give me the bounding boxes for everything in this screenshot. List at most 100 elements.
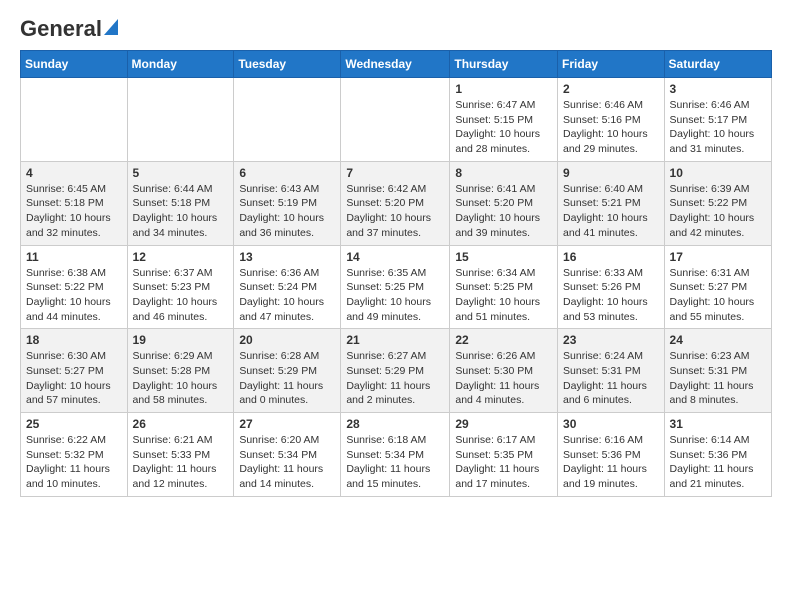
day-number: 22 — [455, 333, 552, 347]
calendar-cell: 26Sunrise: 6:21 AM Sunset: 5:33 PM Dayli… — [127, 413, 234, 497]
calendar-cell: 19 Sunrise: 6:29 AM Sunset: 5:28 PM Dayli… — [127, 329, 234, 413]
day-number: 16 — [563, 250, 659, 264]
calendar-cell — [234, 78, 341, 162]
day-number: 18 — [26, 333, 122, 347]
day-info: Sunrise: 6:46 AM Sunset: 5:16 PM Dayligh… — [563, 98, 659, 157]
day-info: Sunrise: 6:14 AM Sunset: 5:36 PM Dayligh… — [670, 433, 766, 492]
calendar-table: SundayMondayTuesdayWednesdayThursdayFrid… — [20, 50, 772, 497]
calendar-cell: 28 Sunrise: 6:18 AM Sunset: 5:34 PM Dayli… — [341, 413, 450, 497]
day-info: Sunrise: 6:17 AM Sunset: 5:35 PM Dayligh… — [455, 433, 552, 492]
logo-arrow-icon — [104, 19, 118, 40]
day-number: 28 — [346, 417, 444, 431]
day-header-saturday: Saturday — [664, 51, 771, 78]
calendar-week-row: 11 Sunrise: 6:38 AM Sunset: 5:22 PM Dayli… — [21, 245, 772, 329]
logo: General — [20, 16, 118, 42]
calendar-cell: 4 Sunrise: 6:45 AM Sunset: 5:18 PM Daylig… — [21, 161, 128, 245]
day-info: Sunrise: 6:37 AM Sunset: 5:23 PM Dayligh… — [133, 266, 229, 325]
day-number: 3 — [670, 82, 766, 96]
day-info: Sunrise: 6:22 AM Sunset: 5:32 PM Dayligh… — [26, 433, 122, 492]
day-number: 15 — [455, 250, 552, 264]
day-info: Sunrise: 6:36 AM Sunset: 5:24 PM Dayligh… — [239, 266, 335, 325]
day-number: 6 — [239, 166, 335, 180]
day-info: Sunrise: 6:16 AM Sunset: 5:36 PM Dayligh… — [563, 433, 659, 492]
calendar-cell: 29 Sunrise: 6:17 AM Sunset: 5:35 PM Dayli… — [450, 413, 558, 497]
calendar-week-row: 18 Sunrise: 6:30 AM Sunset: 5:27 PM Dayli… — [21, 329, 772, 413]
calendar-cell: 11 Sunrise: 6:38 AM Sunset: 5:22 PM Dayli… — [21, 245, 128, 329]
day-info: Sunrise: 6:31 AM Sunset: 5:27 PM Dayligh… — [670, 266, 766, 325]
calendar-cell: 13 Sunrise: 6:36 AM Sunset: 5:24 PM Dayli… — [234, 245, 341, 329]
calendar-cell: 7Sunrise: 6:42 AM Sunset: 5:20 PM Daylig… — [341, 161, 450, 245]
calendar-cell: 14Sunrise: 6:35 AM Sunset: 5:25 PM Dayli… — [341, 245, 450, 329]
calendar-cell: 31 Sunrise: 6:14 AM Sunset: 5:36 PM Dayli… — [664, 413, 771, 497]
calendar-cell — [21, 78, 128, 162]
calendar-cell: 9 Sunrise: 6:40 AM Sunset: 5:21 PM Daylig… — [558, 161, 665, 245]
calendar-cell: 22 Sunrise: 6:26 AM Sunset: 5:30 PM Dayli… — [450, 329, 558, 413]
calendar-cell: 17 Sunrise: 6:31 AM Sunset: 5:27 PM Dayli… — [664, 245, 771, 329]
day-info: Sunrise: 6:26 AM Sunset: 5:30 PM Dayligh… — [455, 349, 552, 408]
day-info: Sunrise: 6:44 AM Sunset: 5:18 PM Dayligh… — [133, 182, 229, 241]
day-number: 24 — [670, 333, 766, 347]
day-number: 29 — [455, 417, 552, 431]
calendar-week-row: 25Sunrise: 6:22 AM Sunset: 5:32 PM Dayli… — [21, 413, 772, 497]
day-number: 11 — [26, 250, 122, 264]
day-number: 2 — [563, 82, 659, 96]
day-info: Sunrise: 6:47 AM Sunset: 5:15 PM Dayligh… — [455, 98, 552, 157]
calendar-cell: 8 Sunrise: 6:41 AM Sunset: 5:20 PM Daylig… — [450, 161, 558, 245]
calendar-cell: 6 Sunrise: 6:43 AM Sunset: 5:19 PM Daylig… — [234, 161, 341, 245]
calendar-cell: 16Sunrise: 6:33 AM Sunset: 5:26 PM Dayli… — [558, 245, 665, 329]
day-info: Sunrise: 6:43 AM Sunset: 5:19 PM Dayligh… — [239, 182, 335, 241]
header: General — [20, 16, 772, 42]
day-info: Sunrise: 6:46 AM Sunset: 5:17 PM Dayligh… — [670, 98, 766, 157]
calendar-cell: 15 Sunrise: 6:34 AM Sunset: 5:25 PM Dayli… — [450, 245, 558, 329]
calendar-cell: 10Sunrise: 6:39 AM Sunset: 5:22 PM Dayli… — [664, 161, 771, 245]
calendar-cell: 3 Sunrise: 6:46 AM Sunset: 5:17 PM Daylig… — [664, 78, 771, 162]
day-header-friday: Friday — [558, 51, 665, 78]
day-number: 12 — [133, 250, 229, 264]
day-info: Sunrise: 6:29 AM Sunset: 5:28 PM Dayligh… — [133, 349, 229, 408]
calendar-cell: 18 Sunrise: 6:30 AM Sunset: 5:27 PM Dayli… — [21, 329, 128, 413]
day-info: Sunrise: 6:20 AM Sunset: 5:34 PM Dayligh… — [239, 433, 335, 492]
calendar-cell: 21 Sunrise: 6:27 AM Sunset: 5:29 PM Dayli… — [341, 329, 450, 413]
day-number: 20 — [239, 333, 335, 347]
calendar-cell: 1 Sunrise: 6:47 AM Sunset: 5:15 PM Daylig… — [450, 78, 558, 162]
day-number: 26 — [133, 417, 229, 431]
day-number: 8 — [455, 166, 552, 180]
day-number: 13 — [239, 250, 335, 264]
day-number: 1 — [455, 82, 552, 96]
day-info: Sunrise: 6:40 AM Sunset: 5:21 PM Dayligh… — [563, 182, 659, 241]
day-number: 9 — [563, 166, 659, 180]
day-info: Sunrise: 6:38 AM Sunset: 5:22 PM Dayligh… — [26, 266, 122, 325]
day-number: 14 — [346, 250, 444, 264]
day-number: 19 — [133, 333, 229, 347]
calendar-cell: 25Sunrise: 6:22 AM Sunset: 5:32 PM Dayli… — [21, 413, 128, 497]
calendar-cell: 27Sunrise: 6:20 AM Sunset: 5:34 PM Dayli… — [234, 413, 341, 497]
day-number: 30 — [563, 417, 659, 431]
calendar-cell: 12 Sunrise: 6:37 AM Sunset: 5:23 PM Dayli… — [127, 245, 234, 329]
day-number: 21 — [346, 333, 444, 347]
logo-general: General — [20, 16, 102, 42]
day-info: Sunrise: 6:45 AM Sunset: 5:18 PM Dayligh… — [26, 182, 122, 241]
day-number: 23 — [563, 333, 659, 347]
day-header-monday: Monday — [127, 51, 234, 78]
day-info: Sunrise: 6:18 AM Sunset: 5:34 PM Dayligh… — [346, 433, 444, 492]
day-number: 31 — [670, 417, 766, 431]
day-info: Sunrise: 6:30 AM Sunset: 5:27 PM Dayligh… — [26, 349, 122, 408]
day-number: 7 — [346, 166, 444, 180]
calendar-week-row: 1 Sunrise: 6:47 AM Sunset: 5:15 PM Daylig… — [21, 78, 772, 162]
day-header-wednesday: Wednesday — [341, 51, 450, 78]
day-number: 17 — [670, 250, 766, 264]
day-info: Sunrise: 6:23 AM Sunset: 5:31 PM Dayligh… — [670, 349, 766, 408]
calendar-cell: 24 Sunrise: 6:23 AM Sunset: 5:31 PM Dayli… — [664, 329, 771, 413]
day-header-tuesday: Tuesday — [234, 51, 341, 78]
day-number: 4 — [26, 166, 122, 180]
day-info: Sunrise: 6:27 AM Sunset: 5:29 PM Dayligh… — [346, 349, 444, 408]
calendar-cell: 20Sunrise: 6:28 AM Sunset: 5:29 PM Dayli… — [234, 329, 341, 413]
calendar-cell: 30 Sunrise: 6:16 AM Sunset: 5:36 PM Dayli… — [558, 413, 665, 497]
day-header-thursday: Thursday — [450, 51, 558, 78]
calendar-cell: 2 Sunrise: 6:46 AM Sunset: 5:16 PM Daylig… — [558, 78, 665, 162]
day-info: Sunrise: 6:34 AM Sunset: 5:25 PM Dayligh… — [455, 266, 552, 325]
calendar-week-row: 4 Sunrise: 6:45 AM Sunset: 5:18 PM Daylig… — [21, 161, 772, 245]
day-info: Sunrise: 6:41 AM Sunset: 5:20 PM Dayligh… — [455, 182, 552, 241]
calendar-cell — [341, 78, 450, 162]
day-info: Sunrise: 6:39 AM Sunset: 5:22 PM Dayligh… — [670, 182, 766, 241]
